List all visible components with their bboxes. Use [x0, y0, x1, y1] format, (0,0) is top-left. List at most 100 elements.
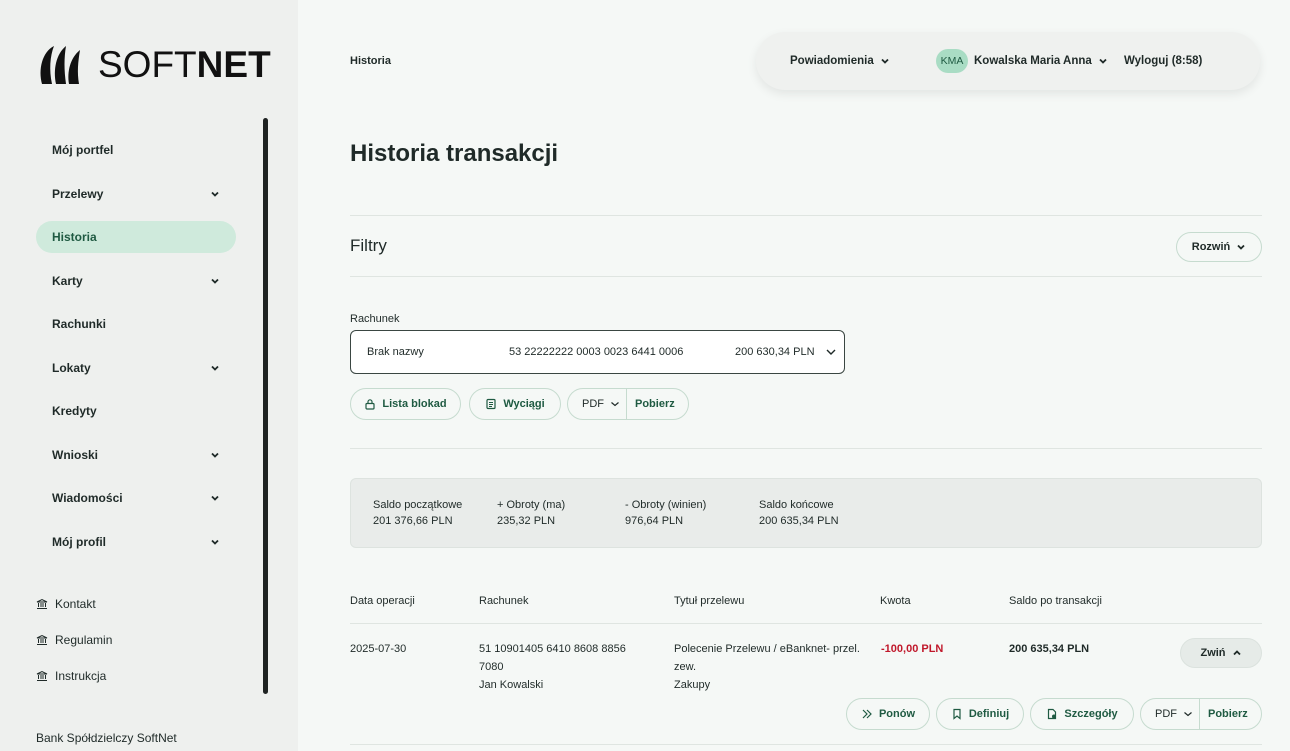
user-name: Kowalska Maria Anna	[974, 55, 1092, 67]
sidebar-link-1[interactable]: Regulamin	[36, 628, 112, 652]
sidebar-item-label: Karty	[52, 273, 83, 288]
column-header: Saldo po transakcji	[1009, 595, 1102, 607]
lock-icon	[365, 399, 376, 410]
transfer-title: Polecenie Przelewu / eBanknet- przel. ze…	[674, 643, 860, 691]
define-label: Definiuj	[968, 708, 1010, 720]
blocks-list-label: Lista blokad	[382, 398, 447, 410]
expand-filters-button[interactable]: Rozwiń	[1176, 232, 1262, 262]
amount: -100,00 PLN	[881, 643, 944, 655]
balance-after: 200 635,34 PLN	[1009, 643, 1090, 655]
divider	[350, 276, 1262, 277]
row-pdf-download-group: PDF Pobierz	[1140, 698, 1262, 730]
sidebar-item-5[interactable]: Lokaty	[36, 352, 236, 384]
row-format-label: PDF	[1155, 708, 1177, 720]
chevron-down-icon	[211, 365, 219, 371]
softnet-logo-icon	[40, 46, 80, 84]
sidebar-scrollbar[interactable]	[263, 118, 268, 694]
sidebar-item-3[interactable]: Karty	[36, 265, 236, 297]
logo-text: SOFTNET	[98, 44, 271, 85]
chevron-down-icon	[1184, 712, 1192, 717]
collapse-row-button[interactable]: Zwiń	[1180, 638, 1262, 668]
expand-filters-label: Rozwiń	[1191, 241, 1231, 253]
bank-name: Bank Spółdzielczy SoftNet	[36, 731, 177, 745]
account-balance: 200 630,34 PLN	[735, 346, 815, 358]
bank-icon	[36, 634, 48, 645]
download-button[interactable]: Pobierz	[627, 389, 683, 419]
counterparty-account: 51 10901405 6410 8608 8856 7080 Jan Kowa…	[479, 643, 626, 691]
sidebar-item-6[interactable]: Kredyty	[36, 395, 236, 427]
row-format-select[interactable]: PDF	[1141, 699, 1200, 729]
statements-button[interactable]: Wyciągi	[469, 388, 561, 420]
operation-date: 2025-07-30	[350, 643, 407, 655]
notifications-label: Powiadomienia	[790, 55, 874, 67]
avatar: KMA	[936, 49, 968, 73]
sidebar-item-label: Kredyty	[52, 404, 97, 418]
sidebar-item-label: Wnioski	[52, 447, 99, 462]
sidebar-item-label: Mój portfel	[52, 143, 114, 157]
divider	[350, 215, 1262, 216]
breadcrumb: Historia	[350, 55, 391, 67]
summary-credits: + Obroty (ma) 235,32 PLN	[497, 499, 566, 527]
divider	[350, 623, 1262, 624]
sidebar-item-9[interactable]: Mój profil	[36, 526, 236, 558]
chevron-down-icon	[881, 58, 889, 64]
user-menu-button[interactable]: KMA Kowalska Maria Anna	[936, 49, 1108, 73]
chevron-up-icon	[1232, 650, 1241, 656]
logo[interactable]: SOFTNET	[36, 40, 271, 90]
page-title: Historia transakcji	[350, 140, 559, 167]
top-bar: Powiadomienia KMA Kowalska Maria Anna Wy…	[756, 32, 1260, 90]
divider	[350, 448, 1262, 449]
column-header: Kwota	[880, 595, 911, 607]
document-search-icon	[1048, 708, 1057, 720]
sidebar-item-label: Lokaty	[52, 360, 91, 375]
sidebar-item-label: Rachunki	[52, 317, 107, 331]
format-select[interactable]: PDF	[568, 389, 627, 419]
notifications-button[interactable]: Powiadomienia	[790, 55, 890, 67]
sidebar-link-0[interactable]: Kontakt	[36, 592, 112, 616]
account-label: Rachunek	[350, 313, 400, 325]
sidebar-item-8[interactable]: Wiadomości	[36, 482, 236, 514]
summary-closing: Saldo końcowe 200 635,34 PLN	[759, 499, 839, 527]
bank-icon	[36, 598, 48, 609]
chevron-down-icon	[211, 495, 219, 501]
sidebar-item-1[interactable]: Przelewy	[36, 178, 236, 210]
sidebar-link-2[interactable]: Instrukcja	[36, 664, 112, 688]
repeat-transfer-button[interactable]: Ponów	[846, 698, 930, 730]
account-number: 53 22222222 0003 0023 6441 0006	[509, 346, 684, 358]
account-select[interactable]: Brak nazwy 53 22222222 0003 0023 6441 00…	[350, 330, 845, 374]
sidebar-item-4[interactable]: Rachunki	[36, 308, 236, 340]
sidebar-item-0[interactable]: Mój portfel	[36, 134, 236, 166]
sidebar-item-2[interactable]: Historia	[36, 221, 236, 253]
sidebar-item-label: Historia	[52, 230, 97, 244]
details-button[interactable]: Szczegóły	[1030, 698, 1134, 730]
row-download-button[interactable]: Pobierz	[1200, 699, 1256, 729]
sidebar-links: Kontakt Regulamin Instrukcja	[36, 592, 112, 700]
define-transfer-button[interactable]: Definiuj	[936, 698, 1024, 730]
sidebar-item-7[interactable]: Wnioski	[36, 439, 236, 471]
column-header: Rachunek	[479, 595, 529, 607]
balance-summary: Saldo początkowe 201 376,66 PLN + Obroty …	[350, 478, 1262, 548]
repeat-label: Ponów	[878, 708, 916, 720]
document-icon	[486, 398, 496, 410]
blocks-list-button[interactable]: Lista blokad	[350, 388, 461, 420]
chevron-down-icon	[1237, 244, 1245, 250]
sidebar-link-label: Kontakt	[55, 597, 96, 611]
logout-button[interactable]: Wyloguj (8:58)	[1124, 55, 1202, 67]
summary-opening: Saldo początkowe 201 376,66 PLN	[373, 499, 463, 527]
statements-label: Wyciągi	[503, 398, 545, 410]
column-header: Data operacji	[350, 595, 415, 607]
chevron-down-icon	[611, 402, 619, 407]
divider	[350, 744, 1262, 745]
double-chevron-right-icon	[862, 709, 872, 719]
collapse-label: Zwiń	[1200, 647, 1226, 659]
chevron-down-icon	[211, 191, 219, 197]
sidebar-nav: Mój portfel Przelewy Historia Karty Rachunki…	[36, 134, 236, 569]
details-label: Szczegóły	[1064, 708, 1118, 720]
chevron-down-icon	[211, 278, 219, 284]
main-content: Historia Powiadomienia KMA Kowalska Mari…	[298, 0, 1290, 751]
filters-title: Filtry	[350, 236, 387, 255]
account-name: Brak nazwy	[367, 346, 424, 358]
bookmark-icon	[953, 708, 961, 720]
bank-icon	[36, 670, 48, 681]
chevron-down-icon	[1099, 58, 1107, 64]
